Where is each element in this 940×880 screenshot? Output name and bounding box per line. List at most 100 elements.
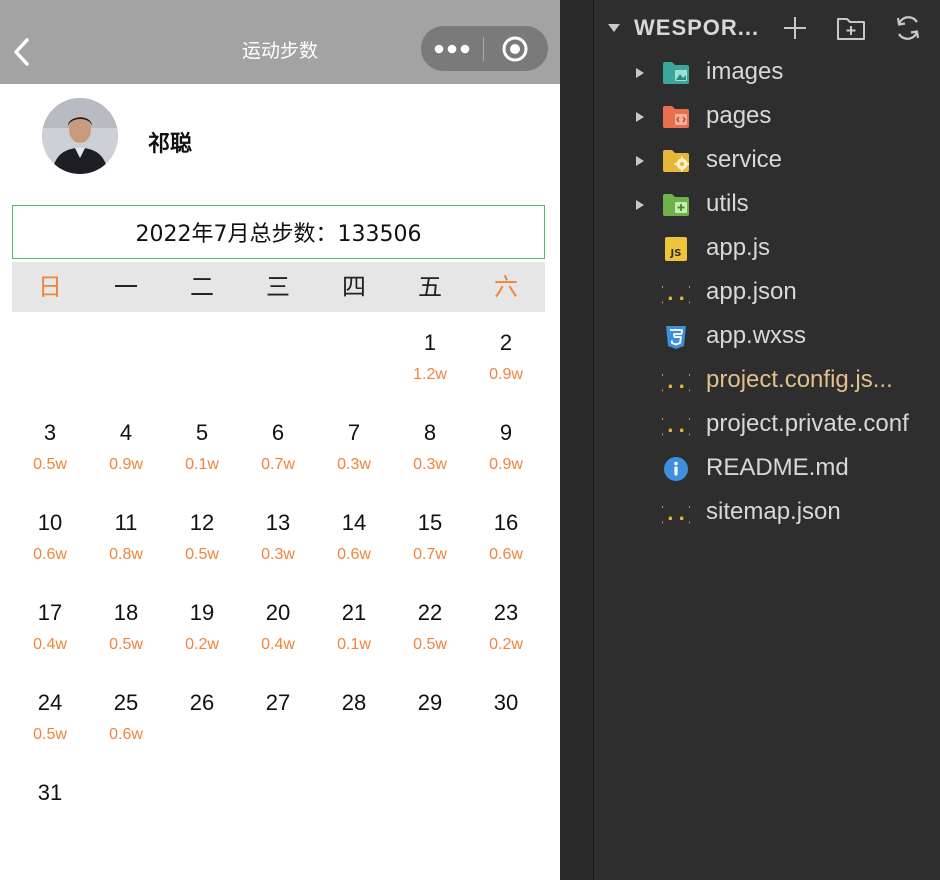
calendar-day[interactable]: 16 0.6w: [471, 510, 541, 590]
tree-label-sitemap: sitemap.json: [706, 498, 841, 525]
calendar-day[interactable]: 12 0.5w: [167, 510, 237, 590]
day-number: 3: [43, 420, 57, 445]
calendar-day[interactable]: 6 0.7w: [243, 420, 313, 500]
calendar-day[interactable]: 25 0.6w: [91, 690, 161, 770]
day-steps: 0.8w: [109, 546, 143, 563]
tree-item-app-js[interactable]: JS app.js: [594, 227, 940, 271]
day-number: 28: [341, 690, 367, 715]
tree-item-sitemap[interactable]: {..} sitemap.json: [594, 491, 940, 535]
day-steps: 0.2w: [185, 636, 219, 653]
day-number: 21: [341, 600, 367, 625]
more-button[interactable]: [421, 26, 483, 71]
chevron-down-icon[interactable]: [606, 20, 622, 36]
day-number: 26: [189, 690, 215, 715]
tree-item-app-wxss[interactable]: app.wxss: [594, 315, 940, 359]
day-number: 19: [189, 600, 215, 625]
tree-label-readme: README.md: [706, 454, 849, 481]
calendar-day[interactable]: 14 0.6w: [319, 510, 389, 590]
calendar-day[interactable]: 20 0.4w: [243, 600, 313, 680]
json-file-icon: {..}: [662, 415, 690, 437]
day-steps: 0.9w: [489, 366, 523, 383]
tree-item-project-private-config[interactable]: {..} project.private.conf: [594, 403, 940, 447]
calendar-day[interactable]: 27: [243, 690, 313, 770]
calendar-day[interactable]: 30: [471, 690, 541, 770]
day-steps: 0.5w: [109, 636, 143, 653]
tree-item-app-json[interactable]: {..} app.json: [594, 271, 940, 315]
tree-item-images[interactable]: images: [594, 51, 940, 95]
calendar-day[interactable]: 15 0.7w: [395, 510, 465, 590]
tree-item-project-config[interactable]: {..} project.config.js...: [594, 359, 940, 403]
day-number: 25: [113, 690, 139, 715]
day-number: 2: [499, 330, 513, 355]
calendar-day[interactable]: 24 0.5w: [15, 690, 85, 770]
refresh-button[interactable]: [893, 13, 923, 43]
calendar-day[interactable]: 5 0.1w: [167, 420, 237, 500]
day-number: 13: [265, 510, 291, 535]
chevron-left-icon: [14, 38, 29, 66]
day-number: 9: [499, 420, 513, 445]
calendar-day[interactable]: 9 0.9w: [471, 420, 541, 500]
tree-item-readme[interactable]: README.md: [594, 447, 940, 491]
tree-label-project-config: project.config.js...: [706, 366, 893, 393]
day-steps: 0.1w: [337, 636, 371, 653]
navigation-bar: 运动步数: [0, 0, 560, 84]
day-number: 5: [195, 420, 209, 445]
calendar-day[interactable]: 31: [15, 780, 85, 860]
tree-label-app-json: app.json: [706, 278, 797, 305]
new-folder-button[interactable]: [836, 13, 866, 43]
day-number: 11: [114, 510, 138, 535]
new-file-button[interactable]: [780, 13, 810, 43]
images-folder-icon: [663, 62, 689, 84]
day-number: 6: [271, 420, 285, 445]
calendar-day[interactable]: 26: [167, 690, 237, 770]
day-number: 14: [341, 510, 367, 535]
calendar-day[interactable]: 22 0.5w: [395, 600, 465, 680]
day-number: 10: [37, 510, 63, 535]
day-steps: 0.9w: [489, 456, 523, 473]
json-file-icon: {..}: [662, 371, 690, 393]
calendar-day[interactable]: 11 0.8w: [91, 510, 161, 590]
calendar-day[interactable]: 4 0.9w: [91, 420, 161, 500]
info-icon: [664, 457, 688, 481]
calendar-day[interactable]: 17 0.4w: [15, 600, 85, 680]
file-explorer: WESPOR... images pages service utils JS …: [594, 0, 940, 880]
tree-item-utils[interactable]: utils: [594, 183, 940, 227]
calendar-day[interactable]: 2 0.9w: [471, 330, 541, 410]
day-steps: 0.3w: [337, 456, 371, 473]
day-number: 7: [347, 420, 361, 445]
calendar-day[interactable]: 21 0.1w: [319, 600, 389, 680]
tree-label-images: images: [706, 58, 784, 85]
back-button[interactable]: [6, 30, 38, 74]
calendar-day[interactable]: 8 0.3w: [395, 420, 465, 500]
calendar-day[interactable]: 28: [319, 690, 389, 770]
calendar-day[interactable]: 7 0.3w: [319, 420, 389, 500]
calendar-day[interactable]: 18 0.5w: [91, 600, 161, 680]
tree-label-project-private-config: project.private.conf: [706, 410, 909, 437]
calendar-day[interactable]: 3 0.5w: [15, 420, 85, 500]
calendar-day[interactable]: 29: [395, 690, 465, 770]
day-steps: 0.6w: [337, 546, 371, 563]
close-miniprogram-button[interactable]: [484, 26, 546, 71]
day-steps: 0.7w: [413, 546, 447, 563]
day-number: 24: [37, 690, 63, 715]
tree-item-service[interactable]: service: [594, 139, 940, 183]
weekday-sat: 六: [494, 273, 518, 301]
day-steps: 0.1w: [185, 456, 219, 473]
weekday-header: 日 一 二 三 四 五 六: [12, 262, 545, 312]
day-number: 16: [493, 510, 519, 535]
calendar-day[interactable]: 10 0.6w: [15, 510, 85, 590]
day-steps: 0.6w: [33, 546, 67, 563]
day-number: 22: [417, 600, 443, 625]
calendar-day[interactable]: 1 1.2w: [395, 330, 465, 410]
day-steps: 0.4w: [261, 636, 295, 653]
day-number: 31: [37, 780, 63, 805]
calendar-day[interactable]: 19 0.2w: [167, 600, 237, 680]
css-file-icon: [666, 326, 686, 349]
weekday-mon: 一: [114, 273, 138, 301]
calendar-day[interactable]: 13 0.3w: [243, 510, 313, 590]
calendar-day[interactable]: 23 0.2w: [471, 600, 541, 680]
tree-item-pages[interactable]: pages: [594, 95, 940, 139]
project-title[interactable]: WESPOR...: [634, 15, 759, 41]
js-file-icon: JS: [665, 237, 687, 261]
avatar[interactable]: [42, 98, 118, 174]
